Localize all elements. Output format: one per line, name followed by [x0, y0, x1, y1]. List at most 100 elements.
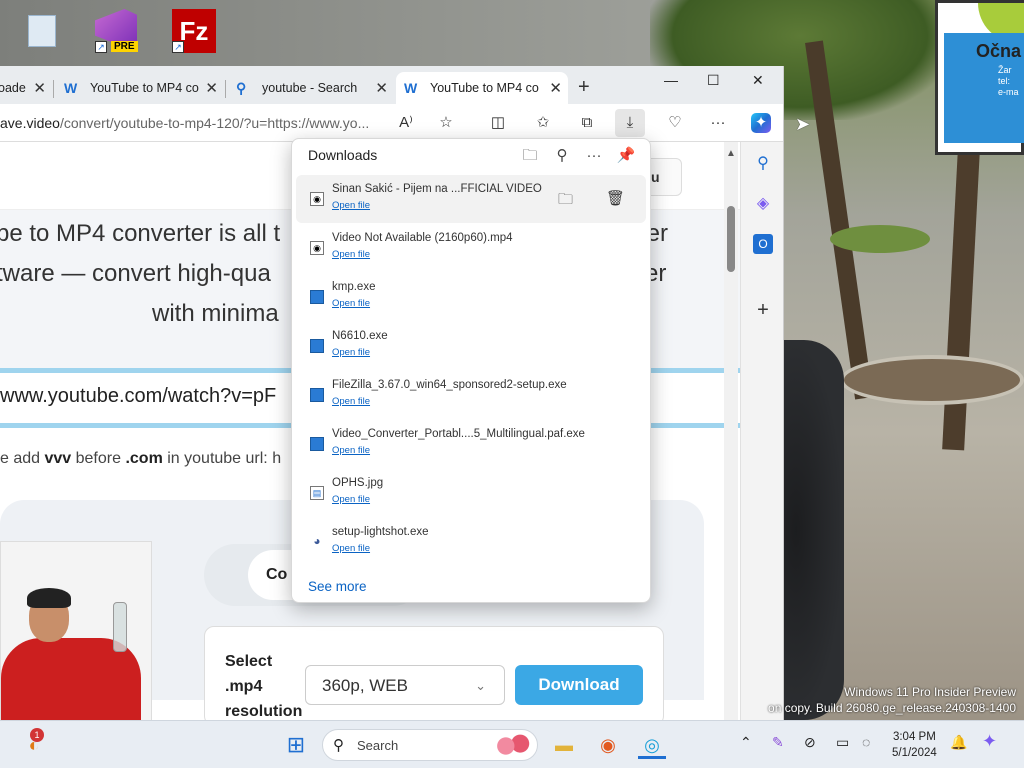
file-name: N6610.exe — [332, 330, 388, 342]
file-name: Video Not Available (2160p60).mp4 — [332, 232, 513, 244]
open-file-link[interactable]: Open file — [332, 249, 370, 260]
maximize-button[interactable]: ☐ — [707, 72, 720, 89]
desktop-icon-visual-studio-preview[interactable]: PRE ↗ — [95, 5, 145, 57]
close-tab-icon[interactable]: ✕ — [205, 79, 218, 97]
download-item[interactable]: kmp.exe Open file — [296, 273, 646, 321]
see-more-link[interactable]: See more — [308, 579, 367, 594]
desktop-icon-filezilla[interactable]: Fz ↗ — [172, 5, 222, 57]
scroll-up-icon[interactable]: ▲ — [726, 148, 736, 159]
more-options-icon[interactable]: ··· — [584, 146, 604, 166]
tab-label: youtube - Search — [262, 81, 358, 95]
desktop-icon-recycle[interactable] — [22, 5, 72, 57]
show-in-folder-icon[interactable]: 🗀 — [558, 189, 573, 214]
network-off-icon[interactable]: ⊘ — [804, 734, 816, 751]
download-item[interactable]: ◉ Video Not Available (2160p60).mp4 Open… — [296, 224, 646, 272]
edge-icon[interactable]: ◎ — [638, 731, 666, 759]
downloads-panel: Downloads 🗀 ⚲ ··· 📌 ◉ Sinan Sakić - Pije… — [291, 138, 651, 603]
delete-icon[interactable]: 🗑 — [606, 189, 625, 207]
browser-toolbar: ave.video/convert/youtube-to-mp4-120/?u=… — [0, 104, 783, 142]
favorites-icon[interactable]: ✩ — [533, 113, 553, 133]
w-favicon-icon: W — [404, 80, 418, 96]
open-file-link[interactable]: Open file — [332, 445, 370, 456]
resolution-select[interactable]: 360p, WEB ⌄ — [305, 665, 505, 705]
open-file-link[interactable]: Open file — [332, 200, 370, 211]
hero-line-2: tware — convert high-qua — [0, 260, 271, 287]
download-item[interactable]: Video_Converter_Portabl....5_Multilingua… — [296, 420, 646, 468]
search-icon[interactable]: ⚲ — [753, 154, 773, 174]
download-item[interactable]: ▤ OPHS.jpg Open file — [296, 469, 646, 517]
close-tab-icon[interactable]: ✕ — [375, 79, 388, 97]
watermark-line-1: Windows 11 Pro Insider Preview — [844, 685, 1016, 699]
show-hidden-icons-chevron-up-icon[interactable]: ⌃ — [740, 734, 752, 751]
open-file-link[interactable]: Open file — [332, 298, 370, 309]
tab-1[interactable]: oade ✕ — [0, 72, 52, 104]
copilot-icon[interactable]: ✦ — [751, 113, 771, 133]
open-file-link[interactable]: Open file — [332, 396, 370, 407]
tab-4-active[interactable]: W YouTube to MP4 co ✕ — [396, 72, 568, 104]
hero-line-3: with minima — [152, 300, 279, 327]
scroll-thumb[interactable] — [727, 206, 735, 272]
page-scrollbar[interactable]: ▲ — [724, 142, 738, 720]
read-aloud-icon[interactable]: A⁾ — [396, 113, 416, 133]
tab-divider — [225, 80, 226, 98]
search-highlight-icon — [495, 734, 531, 758]
download-item[interactable]: FileZilla_3.67.0_win64_sponsored2-setup.… — [296, 371, 646, 419]
display-icon[interactable]: ▭ — [836, 734, 849, 751]
taskbar-search[interactable]: ⚲ Search — [322, 729, 538, 761]
exe-file-icon — [310, 388, 324, 402]
open-folder-icon[interactable]: 🗀 — [520, 146, 540, 166]
video-file-icon: ◉ — [310, 192, 324, 206]
browser-essentials-icon[interactable]: ♡ — [665, 113, 685, 133]
more-menu-icon[interactable]: ··· — [708, 113, 728, 133]
firefox-icon[interactable]: ◉ — [594, 731, 622, 759]
open-file-link[interactable]: Open file — [332, 543, 370, 554]
shortcut-arrow-icon: ↗ — [172, 41, 184, 53]
shortcut-arrow-icon: ↗ — [95, 41, 107, 53]
open-file-link[interactable]: Open file — [332, 494, 370, 505]
system-clock[interactable]: 3:04 PM 5/1/2024 — [892, 729, 937, 761]
copilot-taskbar-icon[interactable]: ✦ — [982, 731, 997, 752]
search-label: Search — [357, 738, 399, 753]
url-hint: e add vvv before .com in youtube url: h — [0, 450, 282, 467]
tab-bar: oade ✕ W YouTube to MP4 co ✕ ⚲ youtube -… — [0, 66, 783, 104]
search-icon[interactable]: ⚲ — [552, 146, 572, 166]
download-item[interactable]: N6610.exe Open file — [296, 322, 646, 370]
close-window-button[interactable]: ✕ — [752, 72, 764, 89]
w-favicon-icon: W — [64, 80, 78, 96]
address-bar[interactable]: ave.video/convert/youtube-to-mp4-120/?u=… — [0, 110, 390, 136]
notification-bell-icon[interactable]: 🔔 — [950, 734, 967, 751]
copilot-sidebar-icon[interactable]: ◈ — [753, 194, 773, 214]
exe-file-icon — [310, 290, 324, 304]
minimize-button[interactable]: — — [664, 72, 678, 88]
download-options-card: Select .mp4 resolution 360p, WEB ⌄ Downl… — [204, 626, 664, 720]
new-tab-button[interactable]: + — [578, 76, 590, 99]
billboard-text: Očna — [976, 41, 1022, 61]
wallpaper-planter — [840, 355, 1024, 405]
volume-icon[interactable]: ◌ — [862, 734, 870, 750]
downloads-icon[interactable]: ⤓ — [615, 109, 645, 137]
image-file-icon: ▤ — [310, 486, 324, 500]
add-icon[interactable]: + — [753, 300, 773, 320]
lightshot-file-icon: ◕ — [313, 534, 321, 548]
download-item[interactable]: ◕ setup-lightshot.exe Open file — [296, 518, 646, 566]
download-button[interactable]: Download — [515, 665, 643, 705]
pin-icon[interactable]: 📌 — [616, 146, 636, 166]
mouse-cursor-icon: ➤ — [795, 114, 811, 134]
tab-2[interactable]: W YouTube to MP4 co ✕ — [56, 72, 224, 104]
windows-start-icon[interactable]: ⊞ — [282, 731, 310, 759]
select-resolution-label: Select .mp4 resolution — [225, 653, 303, 720]
wallpaper-grass — [830, 225, 930, 253]
favorite-star-icon[interactable]: ☆ — [436, 113, 456, 133]
open-file-link[interactable]: Open file — [332, 347, 370, 358]
close-tab-icon[interactable]: ✕ — [33, 79, 46, 97]
windows-watermark: Windows 11 Pro Insider Preview on copy. … — [768, 684, 1016, 716]
tab-3[interactable]: ⚲ youtube - Search ✕ — [228, 72, 394, 104]
pen-icon[interactable]: ✎ — [772, 734, 784, 751]
url-path: /convert/youtube-to-mp4-120/?u=https://w… — [59, 115, 370, 131]
split-screen-icon[interactable]: ◫ — [488, 113, 508, 133]
outlook-icon[interactable]: O — [753, 234, 773, 254]
collections-icon[interactable]: ⧉ — [577, 113, 597, 133]
file-explorer-icon[interactable]: ▬ — [550, 731, 578, 759]
download-item[interactable]: ◉ Sinan Sakić - Pijem na ...FFICIAL VIDE… — [296, 175, 646, 223]
close-tab-icon[interactable]: ✕ — [549, 79, 562, 97]
